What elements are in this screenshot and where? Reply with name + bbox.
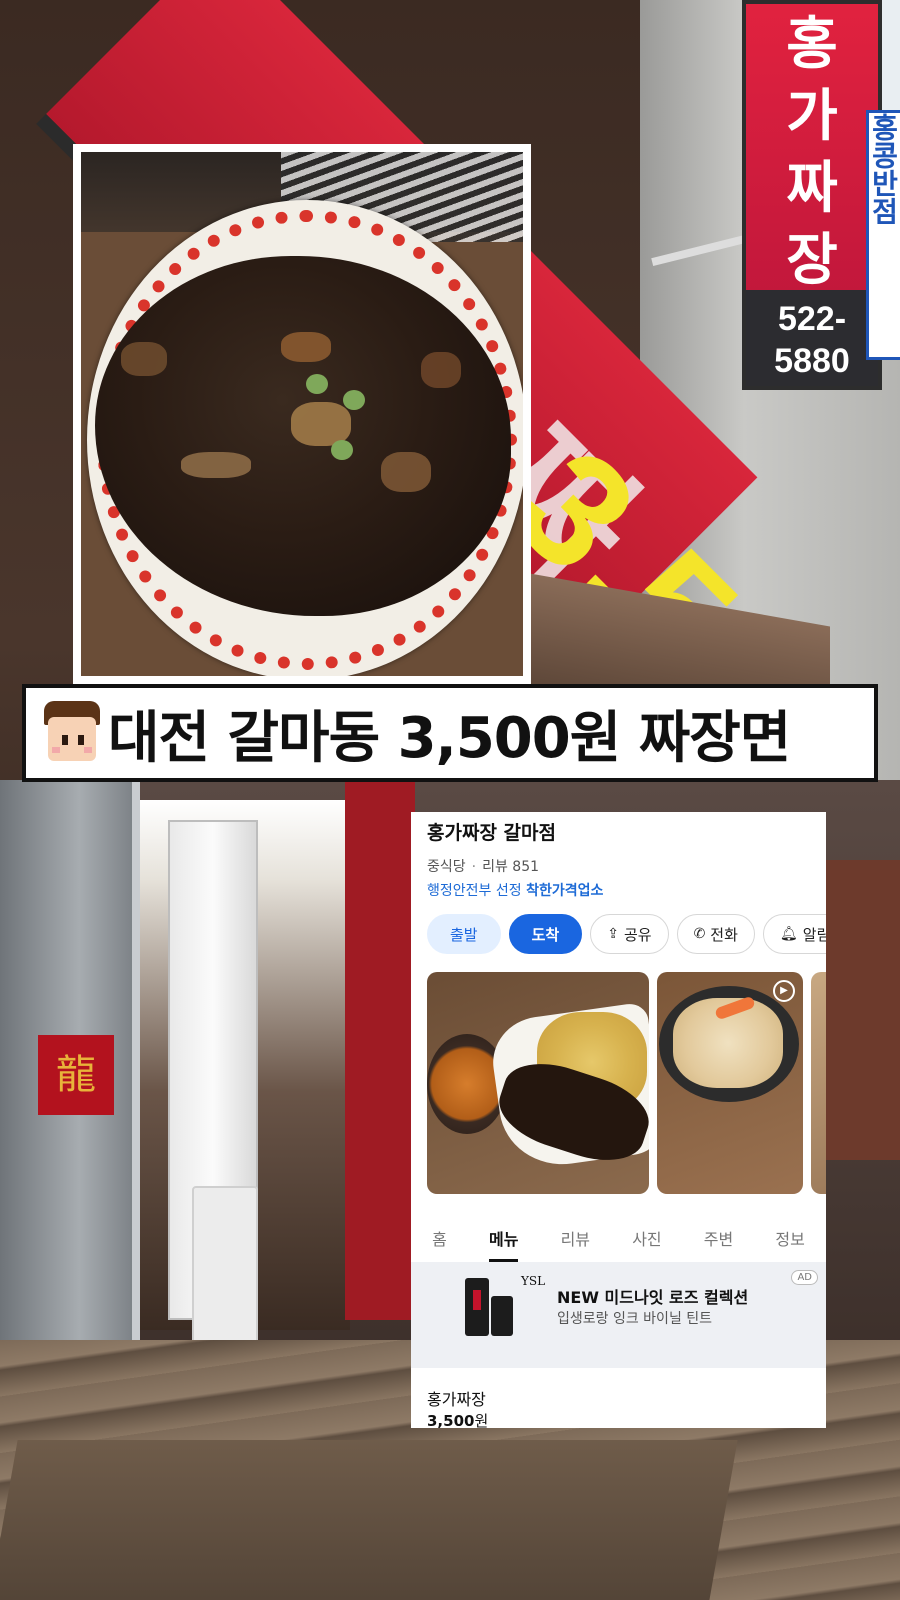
share-label: 공유 — [623, 925, 652, 944]
lipstick-accent — [473, 1290, 481, 1310]
onion-chunk — [121, 342, 167, 376]
price-currency: 원 — [474, 1412, 489, 1428]
ad-badge: AD — [791, 1270, 818, 1285]
tab-menu[interactable]: 메뉴 — [488, 1212, 519, 1262]
gov-highlight: 착한가격업소 — [526, 883, 604, 899]
avatar-eye — [78, 735, 84, 745]
phone-icon: ✆ — [693, 926, 706, 942]
video-play-icon: ▶ — [773, 980, 795, 1002]
vertical-sign-text: 홍 가 짜 장 — [786, 11, 838, 293]
avatar-eye — [62, 735, 68, 745]
ad-subtitle: 입생로랑 잉크 바이닐 틴트 — [557, 1311, 713, 1327]
menu-item-price: 3,500원 — [427, 1410, 488, 1428]
ad-title: NEW 미드나잇 로즈 컬렉션 — [557, 1288, 749, 1307]
pea — [306, 374, 328, 394]
gov-prefix: 행정안전부 선정 — [427, 883, 522, 899]
tab-photo[interactable]: 사진 — [632, 1212, 661, 1262]
avatar-cheek — [84, 747, 92, 753]
tab-home[interactable]: 홈 — [432, 1212, 447, 1262]
potato-chunk — [381, 452, 431, 492]
photo-thumbnail[interactable] — [427, 972, 649, 1194]
place-meta: 중식당 · 리뷰 851 — [427, 856, 539, 876]
neighbor-sign: 홍콩반점 — [866, 110, 900, 360]
place-card: 홍가짜장 갈마점 중식당 · 리뷰 851 행정안전부 선정 착한가격업소 출발 도… — [411, 812, 826, 1428]
jajangmyeon-photo — [81, 152, 523, 676]
alert-button[interactable]: 🔔︎알림받기 — [762, 914, 826, 954]
dragon-icon: 龍 — [56, 1052, 96, 1098]
tab-review[interactable]: 리뷰 — [561, 1212, 590, 1262]
arrive-button[interactable]: 도착 — [508, 914, 583, 954]
place-name[interactable]: 홍가짜장 갈마점 — [427, 818, 556, 845]
vertical-sign-phone: 522-5880 — [746, 290, 878, 386]
call-label: 전화 — [710, 925, 738, 944]
place-tabs: 홈 메뉴 리뷰 사진 주변 정보 — [411, 1212, 826, 1262]
pea — [331, 440, 353, 460]
trash-bin — [192, 1186, 258, 1346]
meat-chunk — [421, 352, 461, 388]
arrive-label: 도착 — [531, 925, 560, 944]
wooden-step — [0, 1440, 738, 1600]
pea — [343, 390, 365, 410]
depart-label: 출발 — [450, 925, 478, 944]
photo-thumbnail[interactable] — [811, 972, 826, 1194]
brick-pillar — [820, 860, 900, 1160]
vertical-sign: 홍 가 짜 장 522-5880 — [742, 0, 882, 390]
onion-chunk — [181, 452, 251, 478]
separator-dot: · — [471, 859, 477, 875]
menu-item-name[interactable]: 홍가짜장 — [427, 1386, 486, 1410]
action-button-row: 출발 도착 ⇪공유 ✆전화 🔔︎알림받기 — [427, 914, 826, 954]
price-value: 3,500 — [427, 1412, 475, 1428]
ad-brand-logo: YSL — [521, 1274, 546, 1288]
avatar-cheek — [52, 747, 60, 753]
photo-carousel[interactable]: ▶ — [427, 972, 826, 1194]
review-count-link[interactable]: 리뷰 851 — [482, 859, 539, 875]
avatar-face — [48, 717, 96, 761]
tab-nearby[interactable]: 주변 — [704, 1212, 733, 1262]
share-button[interactable]: ⇪ 공유 — [590, 914, 669, 954]
gov-certification: 행정안전부 선정 착한가격업소 — [427, 880, 603, 900]
red-wall-panel — [345, 780, 415, 1320]
depart-button[interactable]: 출발 — [427, 914, 501, 954]
dragon-decal: 龍 — [38, 1035, 114, 1115]
ad-banner[interactable]: YSL NEW 미드나잇 로즈 컬렉션 입생로랑 잉크 바이닐 틴트 AD — [411, 1262, 826, 1368]
potato-chunk — [281, 332, 331, 362]
avatar-icon — [42, 701, 102, 765]
banner-title: 대전 갈마동 3,500원 짜장면 — [108, 705, 791, 771]
alert-label: 알림받기 — [802, 925, 826, 944]
title-banner: 대전 갈마동 3,500원 짜장면 — [22, 684, 878, 782]
tab-info[interactable]: 정보 — [775, 1212, 804, 1262]
bell-icon: 🔔︎ — [779, 926, 798, 942]
lipstick-image — [491, 1296, 513, 1336]
photo-thumbnail[interactable]: ▶ — [657, 972, 803, 1194]
food-photo-frame — [73, 144, 531, 684]
share-icon: ⇪ — [607, 926, 619, 942]
place-category: 중식당 — [427, 859, 466, 875]
call-button[interactable]: ✆ 전화 — [676, 914, 755, 954]
